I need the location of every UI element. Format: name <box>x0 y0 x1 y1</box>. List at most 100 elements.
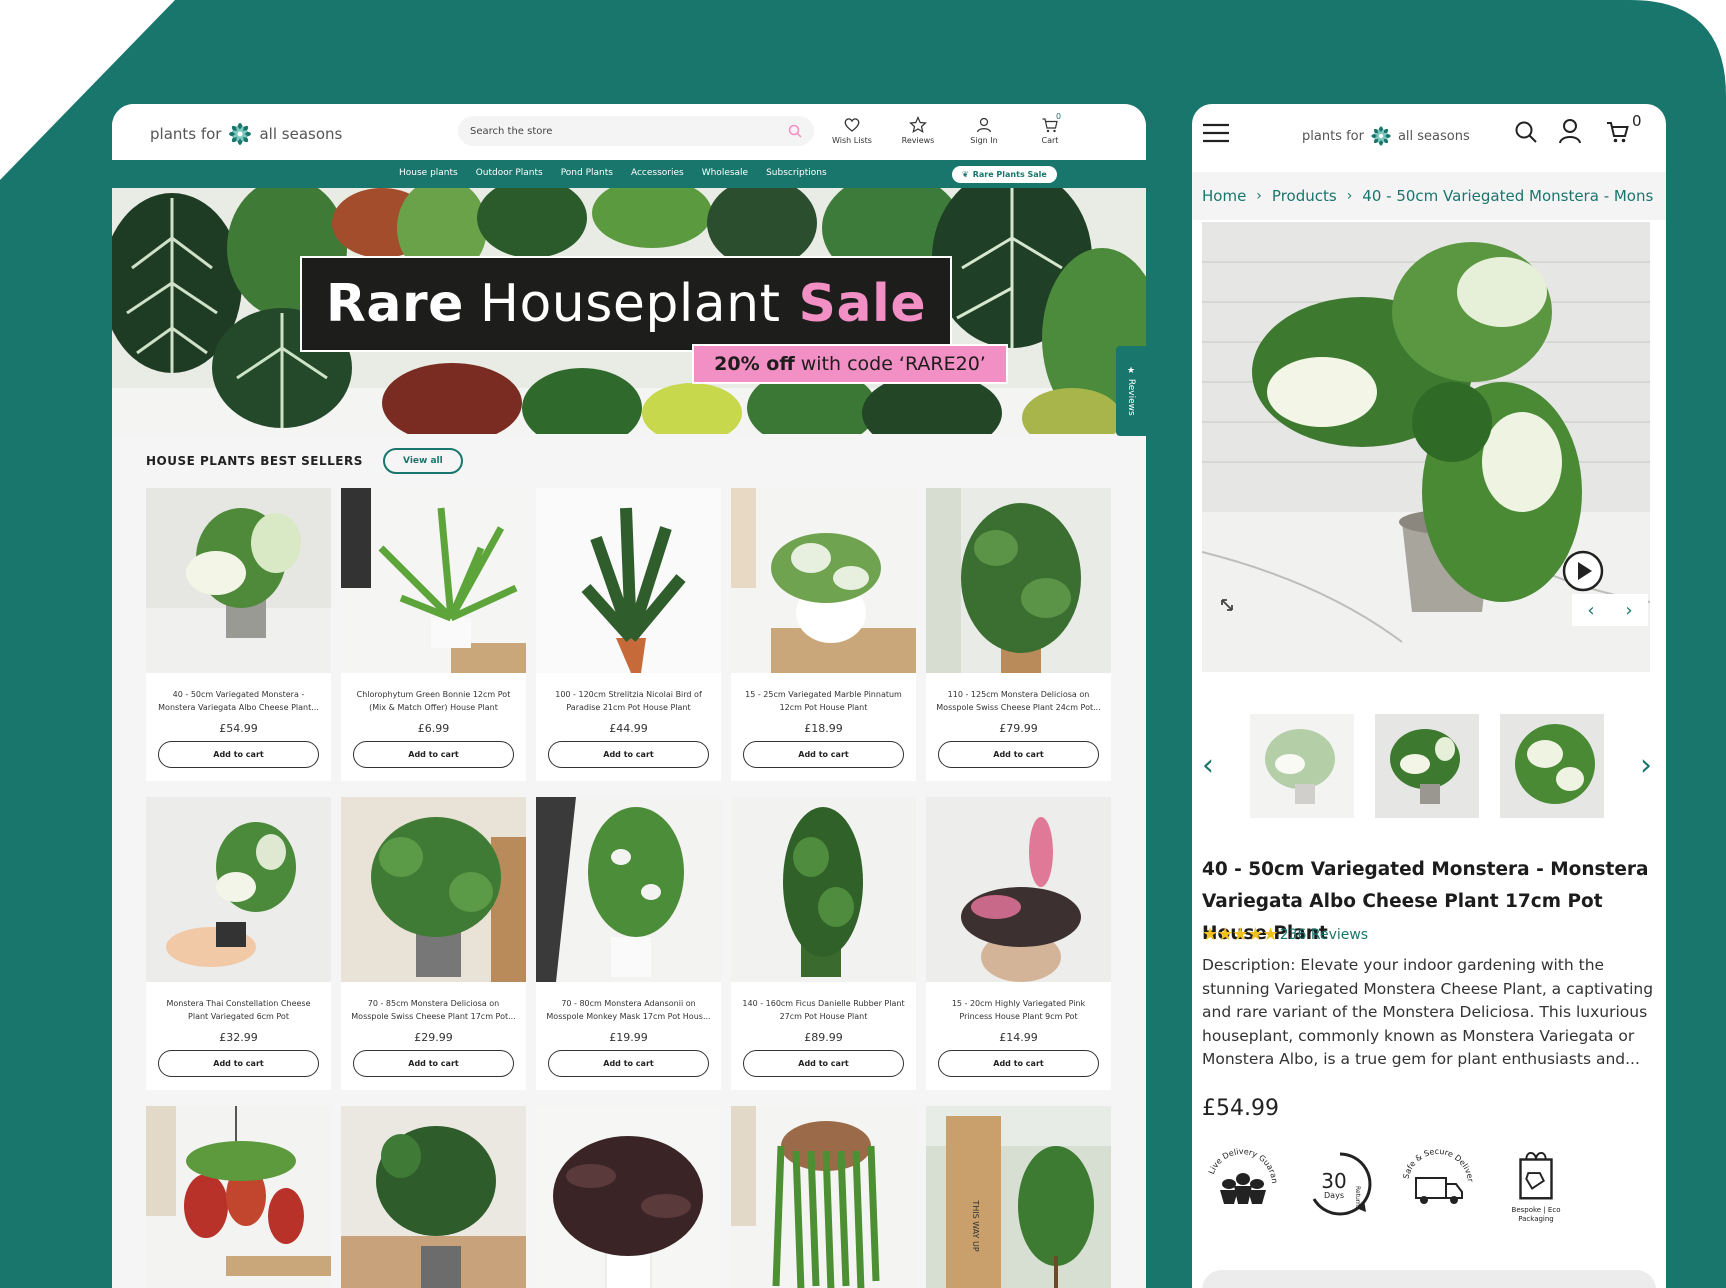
add-to-cart-button[interactable]: Add to cart <box>548 741 709 768</box>
thumbnail[interactable] <box>1250 714 1354 818</box>
search-icon[interactable] <box>788 124 802 138</box>
product-image[interactable] <box>731 1106 916 1288</box>
product-card[interactable] <box>536 1106 721 1288</box>
nav-house-plants[interactable]: House plants <box>399 168 458 178</box>
product-card[interactable]: 40 - 50cm Variegated Monstera - Monstera… <box>146 488 331 781</box>
nav-wholesale[interactable]: Wholesale <box>702 168 748 178</box>
hero-banner[interactable]: Rare Houseplant Sale 20% off with code ‘… <box>112 188 1146 434</box>
nav-outdoor-plants[interactable]: Outdoor Plants <box>476 168 543 178</box>
product-card[interactable]: THIS WAY UP <box>926 1106 1111 1288</box>
product-card[interactable] <box>731 1106 916 1288</box>
product-rating[interactable]: ★★★★★ 236 Reviews <box>1202 924 1368 945</box>
play-video-icon[interactable] <box>1562 550 1604 592</box>
thumbnail-strip: ‹ › <box>1192 704 1666 818</box>
product-name[interactable]: 15 - 25cm Variegated Marble Pinnatum 12c… <box>741 688 906 714</box>
thumbnails-next-icon[interactable]: › <box>1640 748 1652 783</box>
box-label: THIS WAY UP <box>971 1199 980 1251</box>
product-image[interactable] <box>146 488 331 673</box>
breadcrumb-home[interactable]: Home <box>1202 187 1246 205</box>
add-to-cart-button[interactable]: Add to cart <box>158 741 319 768</box>
product-card[interactable]: 140 - 160cm Ficus Danielle Rubber Plant … <box>731 797 916 1090</box>
view-all-button[interactable]: View all <box>382 448 463 474</box>
product-main-image[interactable]: ‹ › <box>1202 222 1650 672</box>
thumbnail[interactable] <box>1375 714 1479 818</box>
header-actions: Wish Lists Reviews Sign In Cart 0 <box>832 112 1070 145</box>
site-logo[interactable]: plants for all seasons <box>1302 122 1470 150</box>
section-header: HOUSE PLANTS BEST SELLERS View all <box>146 448 463 474</box>
chevron-right-icon[interactable]: › <box>1625 600 1632 621</box>
rare-plants-sale-button[interactable]: ❦ Rare Plants Sale <box>952 166 1057 183</box>
product-name[interactable]: 70 - 85cm Monstera Deliciosa on Mosspole… <box>351 997 516 1023</box>
product-image[interactable] <box>926 797 1111 982</box>
product-image[interactable] <box>341 797 526 982</box>
returns-days-label: Days <box>1324 1191 1344 1200</box>
product-name[interactable]: 100 - 120cm Strelitzia Nicolai Bird of P… <box>546 688 711 714</box>
product-card[interactable]: Chlorophytum Green Bonnie 12cm Pot (Mix … <box>341 488 526 781</box>
hamburger-menu-icon[interactable] <box>1202 122 1230 144</box>
flower-logo-icon <box>1371 126 1391 146</box>
site-logo[interactable]: plants for all seasons <box>150 118 342 150</box>
cart-icon[interactable] <box>1606 120 1630 144</box>
product-name[interactable]: 140 - 160cm Ficus Danielle Rubber Plant … <box>741 997 906 1023</box>
product-image[interactable] <box>146 797 331 982</box>
thumbnails-prev-icon[interactable]: ‹ <box>1202 748 1214 783</box>
product-card[interactable]: 110 - 125cm Monstera Deliciosa on Mosspo… <box>926 488 1111 781</box>
product-image[interactable] <box>926 488 1111 673</box>
product-price: £79.99 <box>999 722 1038 735</box>
breadcrumb-products[interactable]: Products <box>1272 187 1337 205</box>
user-icon[interactable] <box>1558 118 1582 144</box>
product-card[interactable] <box>341 1106 526 1288</box>
search-icon[interactable] <box>1514 120 1538 144</box>
product-card[interactable]: 70 - 80cm Monstera Adansonii on Mosspole… <box>536 797 721 1090</box>
cart-button[interactable]: Cart 0 <box>1030 112 1070 145</box>
sign-in-button[interactable]: Sign In <box>964 116 1004 145</box>
product-price: £6.99 <box>417 722 450 735</box>
product-image[interactable] <box>146 1106 331 1288</box>
reviews-side-tab[interactable]: ★ Reviews <box>1116 346 1146 436</box>
expand-icon[interactable] <box>1214 592 1240 618</box>
product-image[interactable]: THIS WAY UP <box>926 1106 1111 1288</box>
add-to-cart-button[interactable]: Add to cart <box>158 1050 319 1077</box>
product-card[interactable]: 15 - 20cm Highly Variegated Pink Princes… <box>926 797 1111 1090</box>
product-card[interactable]: 100 - 120cm Strelitzia Nicolai Bird of P… <box>536 488 721 781</box>
product-name[interactable]: 70 - 80cm Monstera Adansonii on Mosspole… <box>546 997 711 1023</box>
reviews-link[interactable]: 236 Reviews <box>1280 927 1368 943</box>
product-name[interactable]: 40 - 50cm Variegated Monstera - Monstera… <box>156 688 321 714</box>
product-image[interactable] <box>341 488 526 673</box>
add-to-cart-button[interactable]: Add to cart <box>938 741 1099 768</box>
add-to-cart-button[interactable]: Add to cart <box>938 1050 1099 1077</box>
product-card[interactable]: 70 - 85cm Monstera Deliciosa on Mosspole… <box>341 797 526 1090</box>
nav-subscriptions[interactable]: Subscriptions <box>766 168 827 178</box>
search-input[interactable]: Search the store <box>458 116 814 146</box>
product-name[interactable]: 110 - 125cm Monstera Deliciosa on Mosspo… <box>936 688 1101 714</box>
wishlist-button[interactable]: Wish Lists <box>832 116 872 145</box>
product-image[interactable] <box>731 797 916 982</box>
user-icon <box>976 117 992 133</box>
product-price: £44.99 <box>609 722 648 735</box>
product-image[interactable] <box>536 1106 721 1288</box>
add-to-cart-button[interactable]: Add to cart <box>743 741 904 768</box>
product-price: £29.99 <box>414 1031 453 1044</box>
nav-accessories[interactable]: Accessories <box>631 168 684 178</box>
chevron-left-icon[interactable]: ‹ <box>1587 600 1594 621</box>
add-to-cart-button[interactable]: Add to cart <box>548 1050 709 1077</box>
product-price: £89.99 <box>804 1031 843 1044</box>
product-image[interactable] <box>341 1106 526 1288</box>
product-name[interactable]: 15 - 20cm Highly Variegated Pink Princes… <box>936 997 1101 1023</box>
add-to-cart-bar[interactable] <box>1202 1270 1656 1288</box>
product-card[interactable]: 15 - 25cm Variegated Marble Pinnatum 12c… <box>731 488 916 781</box>
product-card[interactable]: Monstera Thai Constellation Cheese Plant… <box>146 797 331 1090</box>
product-name[interactable]: Chlorophytum Green Bonnie 12cm Pot (Mix … <box>351 688 516 714</box>
nav-pond-plants[interactable]: Pond Plants <box>561 168 613 178</box>
product-card[interactable] <box>146 1106 331 1288</box>
add-to-cart-button[interactable]: Add to cart <box>743 1050 904 1077</box>
product-name[interactable]: Monstera Thai Constellation Cheese Plant… <box>156 997 321 1023</box>
service-badges: Live Delivery Guarantee 30 Days Returns … <box>1202 1144 1576 1224</box>
thumbnail[interactable] <box>1500 714 1604 818</box>
add-to-cart-button[interactable]: Add to cart <box>353 741 514 768</box>
product-image[interactable] <box>536 797 721 982</box>
add-to-cart-button[interactable]: Add to cart <box>353 1050 514 1077</box>
reviews-button[interactable]: Reviews <box>898 116 938 145</box>
product-image[interactable] <box>731 488 916 673</box>
product-image[interactable] <box>536 488 721 673</box>
